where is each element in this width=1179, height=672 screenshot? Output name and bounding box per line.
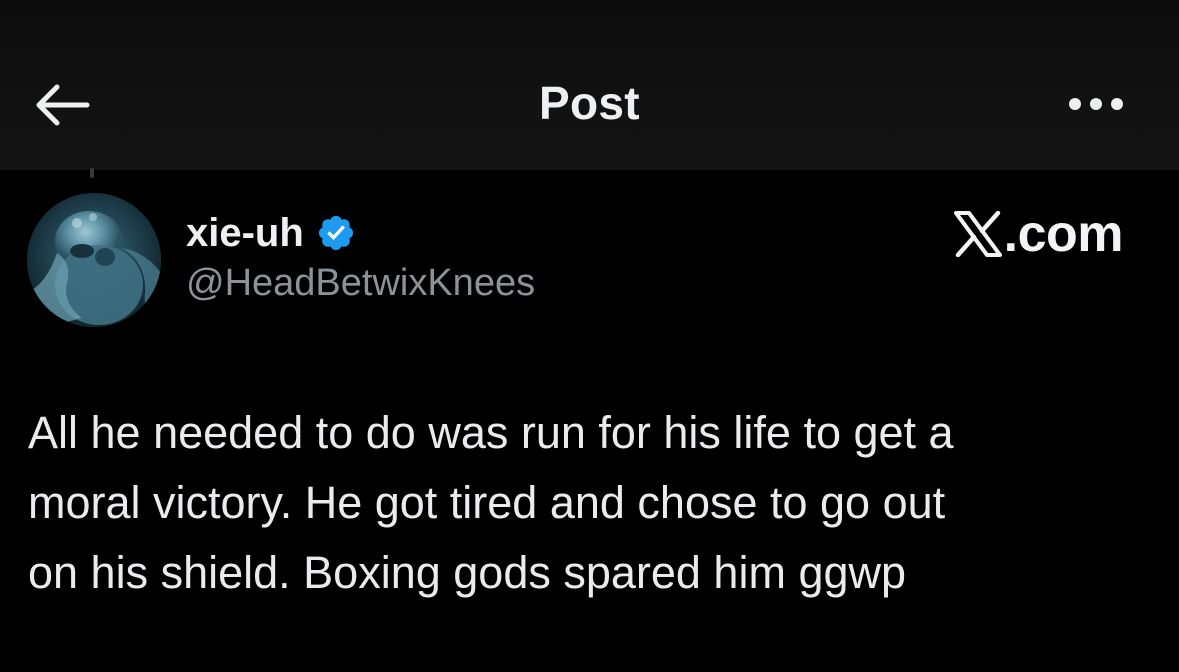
- x-logo-icon: [953, 211, 1002, 257]
- watermark-text: .com: [1003, 205, 1124, 263]
- post-text: All he needed to do was run for his life…: [28, 398, 1148, 608]
- more-horizontal-icon: [1069, 98, 1123, 110]
- post-text-line: moral victory. He got tired and chose to…: [28, 477, 946, 528]
- post-text-line: All he needed to do was run for his life…: [28, 407, 954, 458]
- x-com-watermark: .com: [953, 204, 1124, 264]
- verified-badge-icon[interactable]: [316, 213, 356, 253]
- page-title: Post: [539, 77, 640, 129]
- thread-connector: [90, 168, 94, 178]
- top-navigation-bar: Post: [0, 0, 1179, 170]
- display-name[interactable]: xie-uh: [186, 211, 304, 256]
- avatar-image: [27, 193, 161, 327]
- author-name-row[interactable]: xie-uh: [186, 208, 356, 258]
- avatar[interactable]: [27, 193, 161, 327]
- post-text-line: on his shield. Boxing gods spared him gg…: [28, 547, 907, 598]
- author-handle[interactable]: @HeadBetwixKnees: [186, 262, 535, 305]
- more-options-button[interactable]: [1060, 80, 1132, 128]
